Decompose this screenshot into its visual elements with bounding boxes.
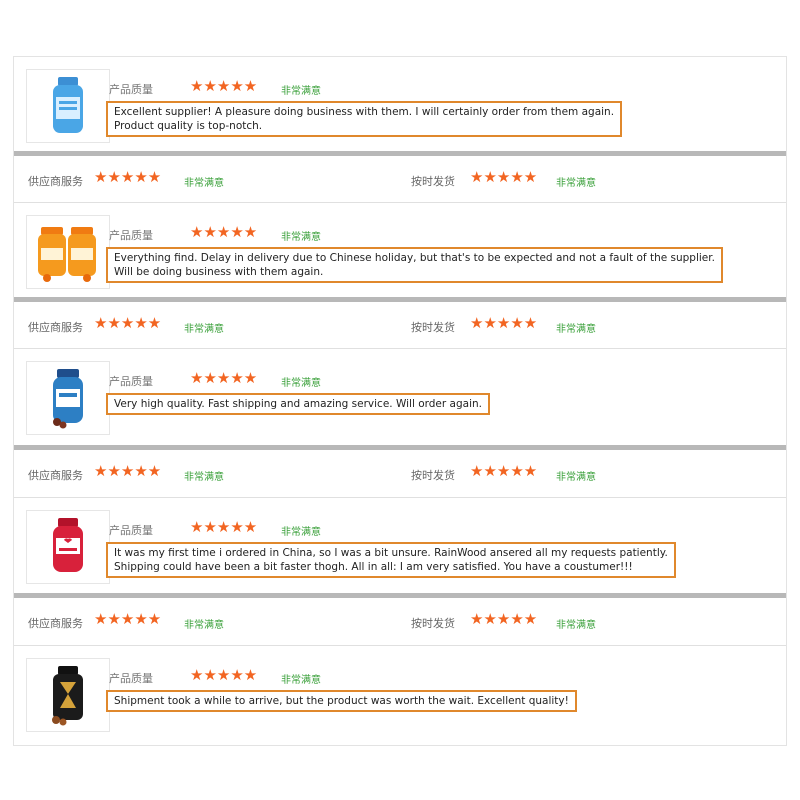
service-rating-row: 供应商服务 ★★★★★ 非常满意 按时发货 ★★★★★ 非常满意 [14,451,786,495]
review-comment: Everything find. Delay in delivery due t… [106,247,723,283]
service-rating-row: 供应商服务 ★★★★★ 非常满意 按时发货 ★★★★★ 非常满意 [14,157,786,201]
divider [14,445,786,450]
supplier-service-label: 供应商服务 [28,175,83,188]
supplier-service-stars: ★★★★★ [94,314,162,332]
product-thumbnail[interactable] [26,510,110,584]
product-quality-stars: ★★★★★ [190,77,258,95]
on-time-shipping-rating-text: 非常满意 [556,620,596,631]
review-comment-line: Excellent supplier! A pleasure doing bus… [114,106,615,118]
product-thumbnail[interactable] [26,69,110,143]
review-card: 产品质量 ★★★★★ 非常满意 Excellent supplier! A pl… [14,57,786,151]
review-comment-line: Very high quality. Fast shipping and ama… [114,398,482,410]
black-gold-bottle-icon [52,666,83,726]
product-quality-stars: ★★★★★ [190,223,258,241]
supplier-service-label: 供应商服务 [28,321,83,334]
review-comment-line: Will be doing business with them again. [114,266,324,278]
review-comment-line: It was my first time i ordered in China,… [114,547,668,559]
supplier-service-rating-text: 非常满意 [184,178,224,189]
blue-gummy-bottle-icon [53,77,83,133]
product-quality-label: 产品质量 [109,375,153,388]
review-comment-line: Everything find. Delay in delivery due t… [114,252,715,264]
divider [14,297,786,302]
review-comment: Shipment took a while to arrive, but the… [106,690,577,712]
on-time-shipping-label: 按时发货 [411,617,455,630]
review-card: 产品质量 ★★★★★ 非常满意 Very high quality. Fast … [14,349,786,443]
service-rating-row: 供应商服务 ★★★★★ 非常满意 按时发货 ★★★★★ 非常满意 [14,599,786,643]
on-time-shipping-stars: ★★★★★ [470,610,538,628]
on-time-shipping-rating-text: 非常满意 [556,178,596,189]
product-thumbnail[interactable] [26,215,110,289]
supplier-service-rating-text: 非常满意 [184,620,224,631]
product-quality-label: 产品质量 [109,672,153,685]
review-comment-line: Shipping could have been a bit faster th… [114,561,633,573]
product-quality-rating-text: 非常满意 [281,675,321,686]
orange-gummy-jars-icon [38,227,96,282]
on-time-shipping-rating-text: 非常满意 [556,472,596,483]
divider [14,593,786,598]
supplier-service-label: 供应商服务 [28,617,83,630]
review-comment: Excellent supplier! A pleasure doing bus… [106,101,623,137]
on-time-shipping-label: 按时发货 [411,469,455,482]
on-time-shipping-label: 按时发货 [411,321,455,334]
supplier-service-rating-text: 非常满意 [184,324,224,335]
product-quality-rating-text: 非常满意 [281,378,321,389]
product-quality-stars: ★★★★★ [190,666,258,684]
product-quality-rating-text: 非常满意 [281,232,321,243]
review-card: 产品质量 ★★★★★ 非常满意 Everything find. Delay i… [14,203,786,297]
supplier-service-stars: ★★★★★ [94,168,162,186]
service-rating-row: 供应商服务 ★★★★★ 非常满意 按时发货 ★★★★★ 非常满意 [14,303,786,347]
on-time-shipping-stars: ★★★★★ [470,168,538,186]
product-thumbnail[interactable] [26,658,110,732]
review-comment-line: Shipment took a while to arrive, but the… [114,695,569,707]
on-time-shipping-label: 按时发货 [411,175,455,188]
product-quality-stars: ★★★★★ [190,518,258,536]
divider [14,151,786,156]
supplier-service-stars: ★★★★★ [94,610,162,628]
review-comment-line: Product quality is top-notch. [114,120,263,132]
supplier-service-stars: ★★★★★ [94,462,162,480]
supplier-service-rating-text: 非常满意 [184,472,224,483]
blue-supplement-bottle-icon [53,369,83,429]
red-gummy-bottle-icon [53,518,83,572]
review-comment: It was my first time i ordered in China,… [106,542,676,578]
review-card: 产品质量 ★★★★★ 非常满意 It was my first time i o… [14,498,786,592]
product-quality-rating-text: 非常满意 [281,527,321,538]
product-quality-stars: ★★★★★ [190,369,258,387]
reviews-panel: 产品质量 ★★★★★ 非常满意 Excellent supplier! A pl… [13,56,787,746]
product-thumbnail[interactable] [26,361,110,435]
product-quality-rating-text: 非常满意 [281,86,321,97]
review-comment: Very high quality. Fast shipping and ama… [106,393,490,415]
on-time-shipping-rating-text: 非常满意 [556,324,596,335]
supplier-service-label: 供应商服务 [28,469,83,482]
product-quality-label: 产品质量 [109,229,153,242]
on-time-shipping-stars: ★★★★★ [470,462,538,480]
product-quality-label: 产品质量 [109,83,153,96]
product-quality-label: 产品质量 [109,524,153,537]
review-card: 产品质量 ★★★★★ 非常满意 Shipment took a while to… [14,646,786,742]
on-time-shipping-stars: ★★★★★ [470,314,538,332]
